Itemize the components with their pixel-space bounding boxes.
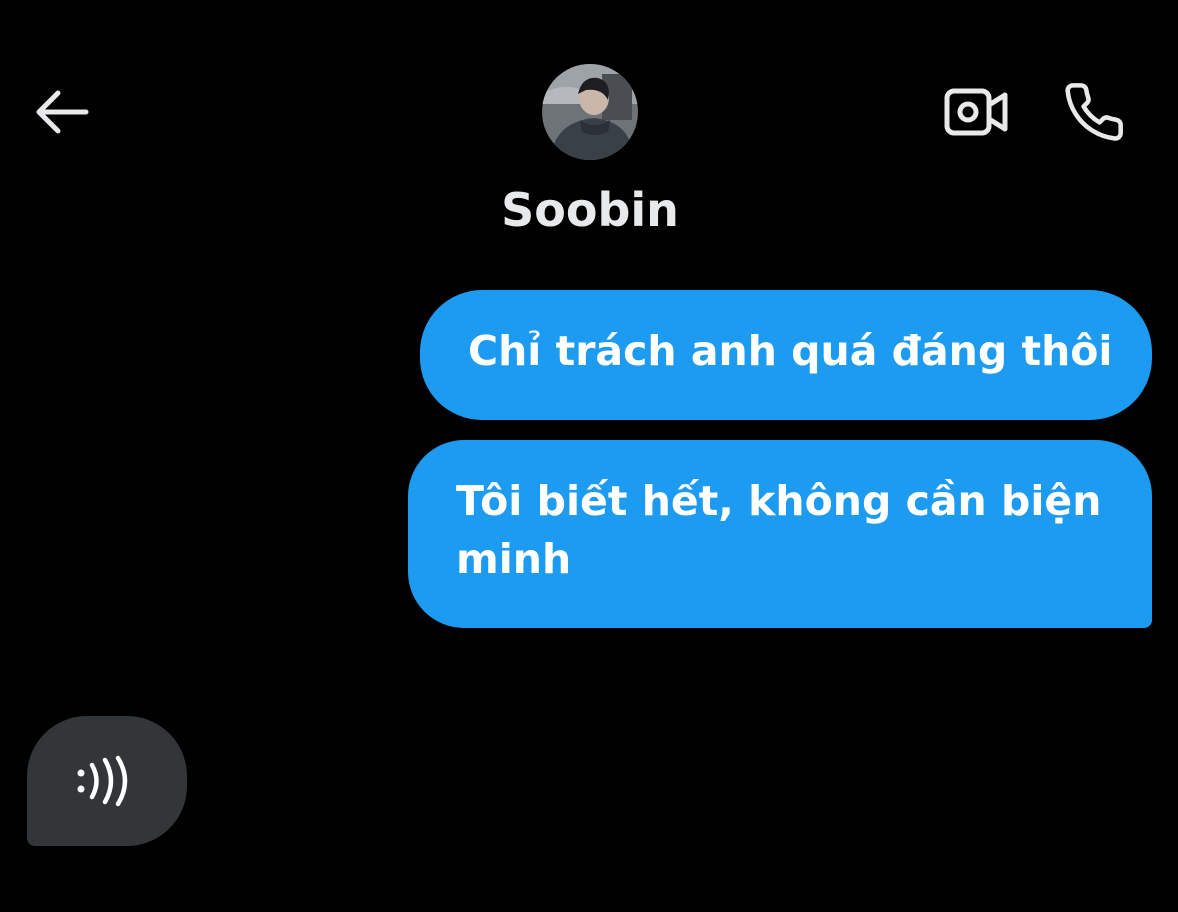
phone-icon — [1065, 83, 1123, 141]
sent-message[interactable]: Tôi biết hết, không cần biện minh — [408, 440, 1152, 628]
sent-message[interactable]: Chỉ trách anh quá đáng thôi — [420, 290, 1152, 420]
voice-call-button[interactable] — [1058, 76, 1130, 148]
sound-wave-icon — [77, 755, 128, 807]
avatar[interactable] — [542, 64, 638, 160]
video-call-button[interactable] — [940, 80, 1012, 144]
back-button[interactable] — [30, 82, 94, 142]
arrow-left-icon — [36, 90, 89, 134]
video-camera-icon — [944, 88, 1008, 136]
typing-indicator — [27, 716, 187, 846]
contact-name[interactable]: Soobin — [440, 180, 740, 240]
